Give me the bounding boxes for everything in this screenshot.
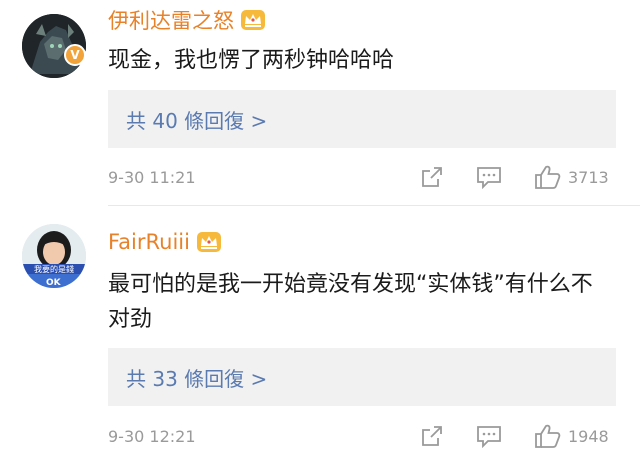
crown-badge-icon: [241, 10, 265, 30]
avatar-image: 我要的是錢 OK: [22, 224, 86, 288]
like-count: 1948: [568, 426, 609, 446]
view-replies-button[interactable]: 共 33 條回復 >: [108, 348, 616, 406]
thumbs-up-icon: [535, 424, 561, 448]
comment-item: V 伊利达雷之怒 现金，我也愣了两秒钟哈哈哈 共 40 條回復 > 9-30 1…: [0, 0, 640, 200]
avatar[interactable]: 我要的是錢 OK: [22, 224, 86, 288]
like-button[interactable]: 3713: [534, 164, 609, 190]
comment-text: 现金，我也愣了两秒钟哈哈哈: [108, 48, 395, 73]
avatar-caption: 我要的是錢: [34, 264, 74, 274]
like-count: 3713: [568, 167, 609, 187]
timestamp: 9-30 11:21: [108, 168, 196, 187]
timestamp: 9-30 12:21: [108, 427, 196, 446]
username[interactable]: FairRuiii: [108, 230, 222, 254]
comment-item: 我要的是錢 OK FairRuiii 最可怕的是我一开始竟没有发现“实体钱”有什…: [0, 206, 640, 448]
like-button[interactable]: 1948: [534, 423, 609, 449]
avatar-caption-ok: OK: [46, 278, 62, 288]
share-button[interactable]: [420, 424, 444, 448]
comment-icon: [477, 167, 501, 189]
verified-badge-icon: V: [64, 44, 86, 66]
comment-button[interactable]: [476, 165, 502, 189]
share-icon: [422, 426, 442, 446]
thumbs-up-icon: [535, 165, 561, 189]
share-icon: [422, 167, 442, 187]
comment-text: 最可怕的是我一开始竟没有发现“实体钱”有什么不对劲: [108, 272, 593, 332]
comment-button[interactable]: [476, 424, 502, 448]
comment-icon: [477, 426, 501, 448]
username[interactable]: 伊利达雷之怒: [108, 5, 266, 35]
view-replies-button[interactable]: 共 40 條回復 >: [108, 90, 616, 148]
username-text[interactable]: FairRuiii: [108, 230, 190, 254]
share-button[interactable]: [420, 165, 444, 189]
crown-badge-icon: [196, 232, 221, 252]
username-text[interactable]: 伊利达雷之怒: [108, 5, 234, 35]
